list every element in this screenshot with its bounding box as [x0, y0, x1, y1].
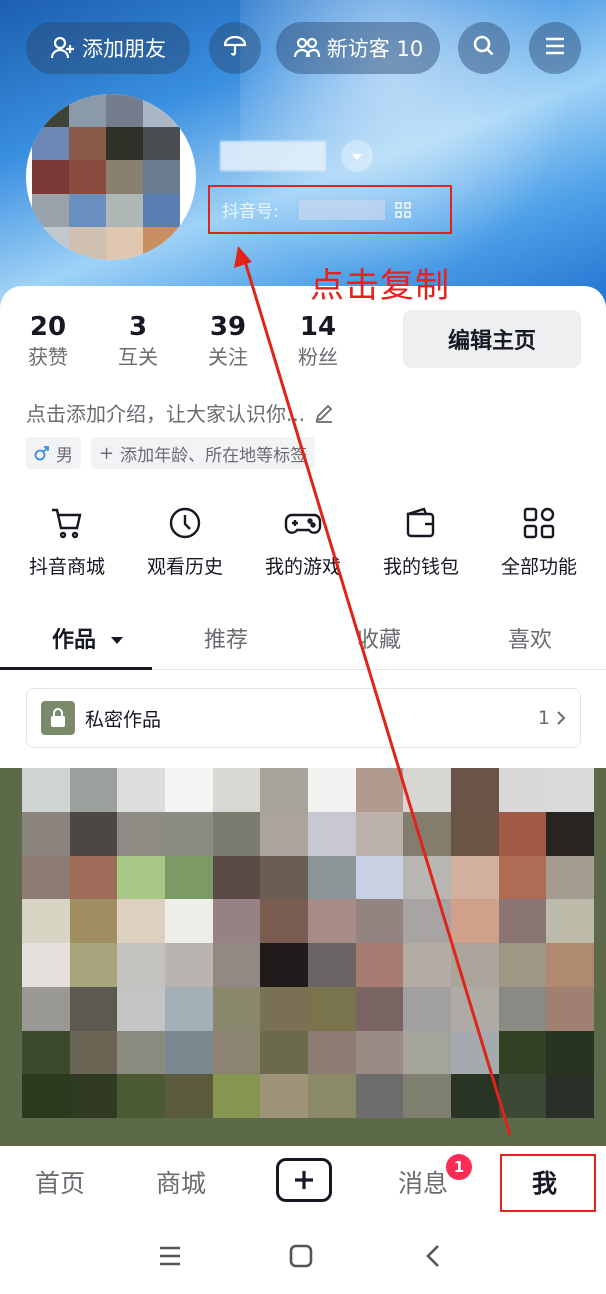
shortcut-row: 抖音商城 观看历史 我的游戏 我的钱包 全部功能 — [0, 504, 606, 584]
tab-works-label: 作品 — [52, 628, 97, 653]
nickname-row — [220, 140, 374, 172]
top-bar: 添加朋友 新访客 10 — [0, 22, 606, 76]
stat-following-count: 39 — [209, 312, 247, 342]
grid-icon — [480, 504, 598, 542]
gender-tag[interactable]: 男 — [26, 437, 81, 469]
shortcut-wallet-label: 我的钱包 — [382, 556, 459, 578]
bio-row[interactable]: 点击添加介绍，让大家认识你... — [26, 398, 335, 427]
shortcut-history[interactable]: 观看历史 — [126, 504, 244, 579]
stat-followers-count: 14 — [299, 312, 337, 342]
search-icon — [471, 33, 497, 63]
nav-home[interactable]: 首页 — [35, 1164, 85, 1200]
shortcut-all[interactable]: 全部功能 — [480, 504, 598, 579]
stat-likes-count: 20 — [29, 312, 67, 342]
tab-works[interactable]: 作品 — [52, 622, 124, 654]
nav-mall[interactable]: 商城 — [156, 1164, 206, 1200]
lock-icon — [41, 701, 75, 735]
account-switch-button[interactable] — [341, 140, 374, 172]
private-works-label: 私密作品 — [85, 708, 162, 731]
douyin-id-redacted — [298, 199, 385, 220]
umbrella-button[interactable] — [209, 22, 261, 74]
users-icon — [293, 35, 321, 61]
messages-badge: 1 — [446, 1154, 472, 1180]
menu-icon — [542, 33, 568, 63]
stat-followers-label: 粉丝 — [298, 345, 338, 369]
recent-apps-icon[interactable] — [157, 1244, 183, 1268]
plus-icon: + — [99, 442, 115, 464]
shortcut-history-label: 观看历史 — [146, 556, 223, 578]
pencil-icon — [313, 402, 335, 424]
shortcut-games[interactable]: 我的游戏 — [244, 504, 362, 579]
works-grid-thumbnail[interactable] — [0, 768, 606, 1146]
stats-row: 20 获赞 3 互关 39 关注 14 粉丝 — [0, 312, 400, 372]
add-friend-label: 添加朋友 — [82, 37, 166, 61]
menu-button[interactable] — [529, 22, 581, 74]
system-nav-bar — [0, 1220, 606, 1294]
create-post-button[interactable] — [276, 1158, 332, 1202]
stat-likes[interactable]: 20 获赞 — [13, 312, 83, 372]
avatar[interactable] — [26, 94, 196, 260]
chevron-down-icon — [350, 147, 364, 166]
back-icon[interactable] — [424, 1244, 442, 1268]
add-user-icon — [50, 35, 76, 61]
wallet-icon — [362, 504, 480, 542]
cart-icon — [8, 504, 126, 542]
caret-down-icon — [110, 636, 124, 646]
gender-label: 男 — [56, 445, 73, 466]
add-friend-button[interactable]: 添加朋友 — [26, 22, 190, 74]
male-icon — [34, 445, 50, 461]
private-works-count: 1 — [537, 707, 550, 729]
content-tabs: 作品 推荐 收藏 喜欢 — [0, 616, 606, 670]
stat-likes-label: 获赞 — [28, 345, 68, 369]
nickname-redacted — [220, 141, 326, 171]
douyin-id-label: 抖音号: — [222, 202, 279, 222]
douyin-id-row[interactable]: 抖音号: — [208, 185, 452, 234]
new-visitors-label: 新访客 10 — [326, 37, 424, 61]
me-highlight-box — [500, 1154, 596, 1212]
stat-following-label: 关注 — [208, 345, 248, 369]
private-works-row[interactable]: 私密作品 1 — [26, 688, 581, 748]
nav-messages[interactable]: 消息 — [398, 1164, 448, 1200]
home-icon[interactable] — [289, 1244, 313, 1268]
tab-favorites[interactable]: 收藏 — [357, 622, 401, 654]
profile-card: 20 获赞 3 互关 39 关注 14 粉丝 编辑主页 点击添加介绍，让大家认识… — [0, 286, 606, 1186]
stat-mutual[interactable]: 3 互关 — [103, 312, 173, 372]
copy-annotation: 点击复制 — [310, 266, 450, 306]
tab-recommend[interactable]: 推荐 — [204, 622, 248, 654]
umbrella-icon — [222, 33, 248, 63]
clock-icon — [126, 504, 244, 542]
shortcut-mall[interactable]: 抖音商城 — [8, 504, 126, 579]
bio-text: 点击添加介绍，让大家认识你... — [26, 402, 306, 426]
chevron-right-icon — [556, 710, 566, 726]
qr-code-icon[interactable] — [394, 201, 411, 218]
shortcut-wallet[interactable]: 我的钱包 — [362, 504, 480, 579]
stat-mutual-label: 互关 — [118, 345, 158, 369]
gamepad-icon — [244, 504, 362, 542]
tags-row: 男 + 添加年龄、所在地等标签 — [26, 437, 325, 469]
shortcut-mall-label: 抖音商城 — [28, 556, 105, 578]
tab-indicator — [0, 667, 152, 670]
edit-profile-button[interactable]: 编辑主页 — [403, 310, 581, 368]
shortcut-all-label: 全部功能 — [500, 556, 577, 578]
plus-icon — [292, 1168, 316, 1192]
add-tags-label: 添加年龄、所在地等标签 — [120, 445, 308, 466]
stat-following[interactable]: 39 关注 — [193, 312, 263, 372]
shortcut-games-label: 我的游戏 — [264, 556, 341, 578]
stat-followers[interactable]: 14 粉丝 — [283, 312, 353, 372]
add-tags-button[interactable]: + 添加年龄、所在地等标签 — [91, 437, 316, 469]
search-button[interactable] — [458, 22, 510, 74]
tab-likes[interactable]: 喜欢 — [508, 622, 552, 654]
new-visitors-button[interactable]: 新访客 10 — [276, 22, 440, 74]
bottom-nav: 首页 商城 消息 1 我 — [0, 1146, 606, 1220]
stat-mutual-count: 3 — [128, 312, 148, 342]
